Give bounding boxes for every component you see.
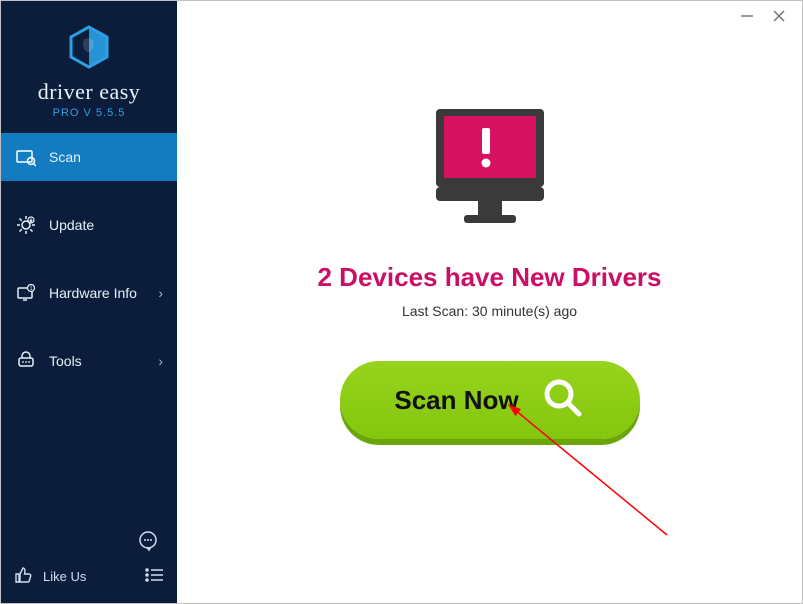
scan-now-label: Scan Now	[394, 385, 518, 416]
sidebar-item-hardware-info[interactable]: 1 Hardware Info ›	[1, 269, 177, 317]
like-us-button[interactable]: Like Us	[13, 565, 86, 588]
main-content: 2 Devices have New Drivers Last Scan: 30…	[177, 33, 802, 439]
chevron-right-icon: ›	[158, 285, 163, 301]
svg-text:1: 1	[30, 286, 33, 292]
sidebar-nav: Scan Update 1 Hardware Info › Tools	[1, 133, 177, 405]
last-scan-text: Last Scan: 30 minute(s) ago	[402, 303, 577, 319]
brand-name: driver easy	[1, 79, 177, 105]
brand-block: driver easy PRO V 5.5.5	[1, 1, 177, 129]
search-icon	[541, 376, 585, 425]
window-titlebar	[177, 1, 802, 33]
tools-icon	[15, 351, 37, 371]
chevron-right-icon: ›	[158, 353, 163, 369]
app-window: driver easy PRO V 5.5.5 Scan Update 1	[1, 1, 802, 603]
hardware-icon: 1	[15, 283, 37, 303]
sidebar-item-label: Update	[49, 217, 94, 233]
close-button[interactable]	[772, 9, 786, 26]
brand-version: PRO V 5.5.5	[1, 107, 177, 119]
like-us-label: Like Us	[43, 569, 86, 584]
headline-text: 2 Devices have New Drivers	[318, 262, 662, 293]
sidebar-item-scan[interactable]: Scan	[1, 133, 177, 181]
scan-now-button[interactable]: Scan Now	[340, 361, 640, 439]
monitor-alert-icon	[420, 103, 560, 236]
sidebar-item-update[interactable]: Update	[1, 201, 177, 249]
chat-button[interactable]	[13, 525, 165, 559]
sidebar: driver easy PRO V 5.5.5 Scan Update 1	[1, 1, 177, 603]
sidebar-bottom: Like Us	[1, 517, 177, 603]
scan-icon	[15, 147, 37, 167]
menu-list-icon[interactable]	[143, 564, 165, 589]
sidebar-item-label: Scan	[49, 149, 81, 165]
sidebar-item-tools[interactable]: Tools ›	[1, 337, 177, 385]
main-panel: 2 Devices have New Drivers Last Scan: 30…	[177, 1, 802, 603]
brand-logo-icon	[1, 23, 177, 71]
thumbs-up-icon	[13, 565, 33, 588]
sidebar-item-label: Hardware Info	[49, 285, 137, 301]
chat-icon	[137, 530, 159, 555]
minimize-button[interactable]	[740, 9, 754, 26]
gear-icon	[15, 215, 37, 235]
sidebar-item-label: Tools	[49, 353, 82, 369]
